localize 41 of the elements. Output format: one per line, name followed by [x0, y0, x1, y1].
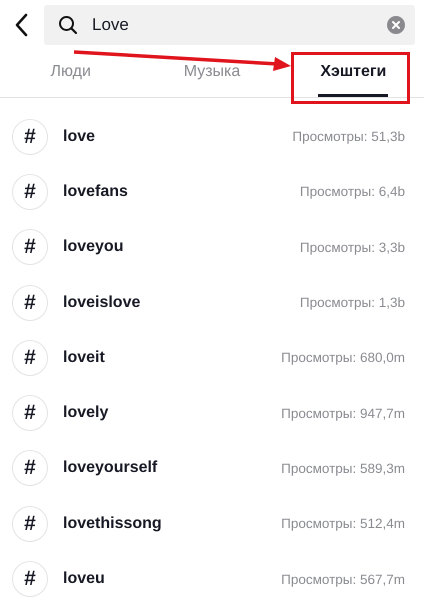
hashtag-icon: # [12, 229, 48, 266]
hashtag-name: loveit [63, 348, 106, 367]
view-count: Просмотры: 51,3b [292, 129, 405, 144]
hashtag-icon: # [12, 395, 48, 432]
hashtag-row[interactable]: # loveislove Просмотры: 1,3b [0, 274, 424, 330]
clear-icon[interactable] [387, 16, 405, 34]
view-count: Просмотры: 3,3b [300, 240, 405, 255]
view-count: Просмотры: 947,7m [281, 406, 405, 421]
hashtag-icon: # [12, 340, 48, 376]
hashtag-icon: # [12, 174, 48, 210]
view-count: Просмотры: 1,3b [300, 295, 405, 310]
view-count: Просмотры: 680,0m [281, 350, 405, 366]
hashtag-name: lovely [63, 404, 110, 422]
view-count: Просмотры: 6,4b [300, 184, 405, 200]
hashtag-name: love [63, 128, 96, 146]
hashtag-name: loveyourself [63, 459, 158, 478]
hashtag-name: loveu [63, 570, 106, 588]
view-count: Просмотры: 589,3m [281, 460, 405, 476]
hashtag-row[interactable]: # loveyourself Просмотры: 589,3m [0, 440, 424, 496]
view-count: Просмотры: 567,7m [281, 572, 405, 587]
hashtag-icon: # [12, 506, 48, 542]
hashtag-name: lovefans [63, 182, 129, 201]
hashtag-icon: # [12, 561, 48, 598]
tab[interactable]: Хэштеги [318, 50, 388, 97]
hashtag-row[interactable]: # lovefans Просмотры: 6,4b [0, 164, 424, 220]
search-text: Love [92, 15, 130, 35]
hashtag-row[interactable]: # love Просмотры: 51,3b [0, 109, 424, 164]
hashtag-row[interactable]: # loveu Просмотры: 567,7m [0, 551, 424, 607]
hashtag-name: loveislove [63, 294, 142, 312]
hashtag-row[interactable]: # lovethissong Просмотры: 512,4m [0, 496, 424, 552]
view-count: Просмотры: 512,4m [281, 516, 405, 532]
hashtag-row[interactable]: # lovely Просмотры: 947,7m [0, 385, 424, 441]
hashtag-name: lovethissong [63, 514, 163, 533]
hashtag-icon: # [12, 450, 48, 486]
hashtag-row[interactable]: # loveit Просмотры: 680,0m [0, 330, 424, 386]
hashtag-icon: # [12, 118, 48, 155]
hashtag-name: loveyou [63, 238, 124, 256]
search-field[interactable]: Love [44, 5, 415, 45]
hashtag-icon: # [12, 284, 48, 321]
search-icon [58, 15, 78, 35]
hashtag-row[interactable]: # loveyou Просмотры: 3,3b [0, 220, 424, 275]
